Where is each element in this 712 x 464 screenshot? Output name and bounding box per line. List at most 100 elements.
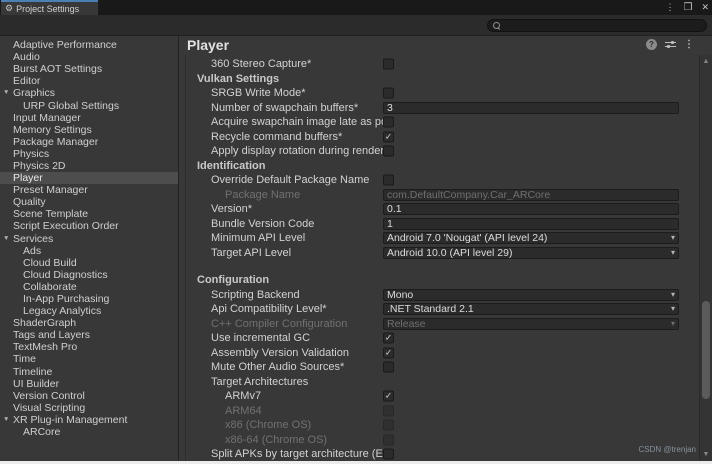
checkbox-360-stereo-capture[interactable] (383, 59, 394, 70)
property-label: Package Name (225, 189, 389, 201)
help-icon[interactable]: ? (646, 39, 657, 50)
property-label: x86-64 (Chrome OS) (225, 434, 389, 446)
sidebar-item-label: Adaptive Performance (13, 39, 117, 51)
sidebar-item-time[interactable]: Time (0, 353, 178, 365)
foldout-arrow-icon[interactable]: ▼ (3, 417, 9, 424)
sidebar-item-graphics[interactable]: ▼ Graphics (0, 87, 178, 99)
preset-icon[interactable] (665, 39, 676, 50)
text-field-version[interactable]: 0.1 (383, 203, 679, 215)
close-icon[interactable]: ✕ (701, 3, 709, 12)
content-area: Adaptive PerformanceAudioBurst AOT Setti… (0, 36, 712, 461)
row-package-name: Package Namecom.DefaultCompany.Car_ARCor… (179, 188, 699, 203)
dropdown-value: .NET Standard 2.1 (387, 304, 671, 314)
property-label: Override Default Package Name (211, 174, 389, 186)
foldout-arrow-icon[interactable]: ▼ (3, 235, 9, 242)
sidebar-item-in-app-purchasing[interactable]: In-App Purchasing (0, 293, 178, 305)
maximize-icon[interactable]: ❒ (683, 3, 692, 13)
sidebar-item-arcore[interactable]: ARCore (0, 426, 178, 438)
sidebar-item-xr-plug-in-management[interactable]: ▼XR Plug-in Management (0, 414, 178, 426)
scrollbar-thumb[interactable] (702, 301, 710, 399)
text-field-number-of-swapchain-buffers[interactable]: 3 (383, 102, 679, 114)
checkbox-assembly-version-validation[interactable]: ✓ (383, 347, 394, 358)
sidebar-item-quality[interactable]: Quality (0, 196, 178, 208)
sidebar-item-physics[interactable]: Physics (0, 148, 178, 160)
sidebar-item-label: Graphics (13, 87, 55, 99)
sidebar-item-collaborate[interactable]: Collaborate (0, 281, 178, 293)
checkbox-acquire-swapchain-image-late-as-possible[interactable] (383, 117, 394, 128)
sidebar-item-label: Collaborate (23, 281, 77, 293)
sidebar-item-audio[interactable]: Audio (0, 51, 178, 63)
checkbox-srgb-write-mode[interactable] (383, 88, 394, 99)
checkbox-apply-display-rotation-during-rendering[interactable] (383, 146, 394, 157)
page-title: Player (187, 37, 229, 53)
sidebar-item-tags-and-layers[interactable]: Tags and Layers (0, 329, 178, 341)
checkbox-x86-64-chrome-os (383, 434, 394, 445)
sidebar-item-cloud-diagnostics[interactable]: Cloud Diagnostics (0, 269, 178, 281)
sidebar-item-services[interactable]: ▼Services (0, 233, 178, 245)
sidebar-item-version-control[interactable]: Version Control (0, 390, 178, 402)
sidebar-item-input-manager[interactable]: Input Manager (0, 112, 178, 124)
text-field-bundle-version-code[interactable]: 1 (383, 218, 679, 230)
sidebar-item-timeline[interactable]: Timeline (0, 366, 178, 378)
sidebar-item-player[interactable]: Player (0, 172, 178, 184)
dropdown-minimum-api-level[interactable]: Android 7.0 'Nougat' (API level 24)▾ (383, 232, 679, 244)
sidebar-item-label: Cloud Diagnostics (23, 269, 108, 281)
sidebar-item-visual-scripting[interactable]: Visual Scripting (0, 402, 178, 414)
checkbox-armv7[interactable]: ✓ (383, 391, 394, 402)
sidebar-item-package-manager[interactable]: Package Manager (0, 136, 178, 148)
scroll-up-icon[interactable]: ▲ (700, 58, 712, 65)
dropdown-scripting-backend[interactable]: Mono▾ (383, 289, 679, 301)
kebab-menu-icon[interactable]: ⋮ (684, 40, 694, 50)
sidebar-item-editor[interactable]: Editor (0, 75, 178, 87)
property-label: x86 (Chrome OS) (225, 419, 389, 431)
search-box[interactable] (487, 19, 707, 32)
property-label: Assembly Version Validation (211, 347, 389, 359)
dropdown-api-compatibility-level[interactable]: .NET Standard 2.1▾ (383, 303, 679, 315)
sidebar-item-label: Physics 2D (13, 160, 66, 172)
checkbox-recycle-command-buffers[interactable]: ✓ (383, 131, 394, 142)
dropdown-value: Release (387, 319, 671, 329)
checkbox-mute-other-audio-sources[interactable] (383, 362, 394, 373)
foldout-arrow-icon[interactable]: ▼ (3, 90, 9, 97)
sidebar-item-textmesh-pro[interactable]: TextMesh Pro (0, 341, 178, 353)
window-menu-icon[interactable]: ⋮ (665, 3, 674, 12)
row-minimum-api-level: Minimum API LevelAndroid 7.0 'Nougat' (A… (179, 231, 699, 246)
sidebar-item-label: Ads (23, 245, 41, 257)
dropdown-target-api-level[interactable]: Android 10.0 (API level 29)▾ (383, 247, 679, 259)
sidebar-item-label: Package Manager (13, 136, 98, 148)
row-assembly-version-validation: Assembly Version Validation✓ (179, 346, 699, 361)
property-label: C++ Compiler Configuration (211, 318, 389, 330)
checkbox-override-default-package-name[interactable] (383, 175, 394, 186)
player-settings-panel: Player ? ⋮ 360 Stereo Capture*Vulkan Set… (179, 36, 712, 461)
checkbox-x86-chrome-os (383, 420, 394, 431)
settings-rows: 360 Stereo Capture*Vulkan SettingsSRGB W… (179, 55, 699, 461)
sidebar-item-burst-aot-settings[interactable]: Burst AOT Settings (0, 63, 178, 75)
sidebar-item-urp-global-settings[interactable]: URP Global Settings (0, 99, 178, 111)
sidebar-item-script-execution-order[interactable]: Script Execution Order (0, 220, 178, 232)
sidebar-item-label: Tags and Layers (13, 329, 90, 341)
tab-project-settings[interactable]: ⚙ Project Settings (1, 0, 98, 15)
sidebar-item-label: UI Builder (13, 378, 59, 390)
search-input[interactable] (501, 20, 701, 31)
chevron-down-icon: ▾ (671, 320, 675, 328)
sidebar-item-scene-template[interactable]: Scene Template (0, 208, 178, 220)
sidebar-item-label: Legacy Analytics (23, 305, 101, 317)
sidebar-item-ui-builder[interactable]: UI Builder (0, 378, 178, 390)
sidebar-item-label: Time (13, 353, 36, 365)
property-label: Bundle Version Code (211, 218, 389, 230)
sidebar-item-memory-settings[interactable]: Memory Settings (0, 124, 178, 136)
sidebar-item-physics-2d[interactable]: Physics 2D (0, 160, 178, 172)
checkbox-use-incremental-gc[interactable]: ✓ (383, 333, 394, 344)
sidebar-item-adaptive-performance[interactable]: Adaptive Performance (0, 39, 178, 51)
dropdown-value: Android 10.0 (API level 29) (387, 248, 671, 258)
scroll-down-icon[interactable]: ▼ (700, 451, 712, 458)
checkbox-split-apks-by-target-architecture-experimental[interactable] (383, 449, 394, 460)
sidebar-item-ads[interactable]: Ads (0, 245, 178, 257)
sidebar-item-preset-manager[interactable]: Preset Manager (0, 184, 178, 196)
vertical-scrollbar[interactable]: ▲ ▼ (699, 55, 712, 461)
sidebar-item-shadergraph[interactable]: ShaderGraph (0, 317, 178, 329)
sidebar-item-cloud-build[interactable]: Cloud Build (0, 257, 178, 269)
property-label: Version* (211, 203, 389, 215)
chevron-down-icon: ▾ (671, 249, 675, 257)
sidebar-item-legacy-analytics[interactable]: Legacy Analytics (0, 305, 178, 317)
